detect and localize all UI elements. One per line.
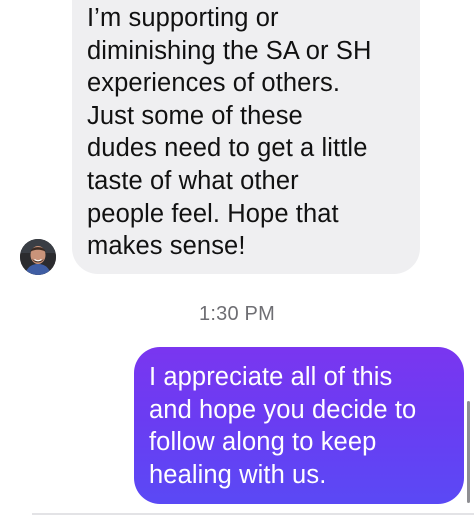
avatar[interactable] — [20, 239, 56, 275]
outgoing-message-line: and hope you decide to — [149, 395, 417, 424]
incoming-message-bubble[interactable]: I’m supporting or diminishing the SA or … — [72, 0, 420, 274]
scrollbar-thumb[interactable] — [467, 401, 470, 503]
incoming-message-text: I’m supporting or diminishing the SA or … — [87, 2, 410, 263]
message-timestamp: 1:30 PM — [199, 303, 275, 325]
incoming-message-line: experiences of others. — [87, 69, 341, 98]
incoming-message-line: makes sense! — [87, 232, 246, 261]
composer-divider — [32, 513, 474, 515]
incoming-message-line: I’m supporting or — [87, 4, 279, 32]
outgoing-message-line: healing with us. — [149, 460, 327, 489]
incoming-message-line: people feel. Hope that — [87, 199, 339, 228]
incoming-message-line: Just some of these — [87, 101, 303, 130]
outgoing-message-bubble[interactable]: I appreciate all of this and hope you de… — [134, 347, 464, 504]
outgoing-message-line: follow along to keep — [149, 428, 377, 457]
incoming-message-line: dudes need to get a little — [87, 134, 368, 163]
incoming-message-line: diminishing the SA or SH — [87, 36, 372, 65]
outgoing-message-line: I appreciate all of this — [149, 363, 393, 391]
incoming-message-line: taste of what other — [87, 166, 299, 195]
outgoing-message-text: I appreciate all of this and hope you de… — [149, 361, 450, 491]
profile-photo-icon — [20, 239, 56, 275]
